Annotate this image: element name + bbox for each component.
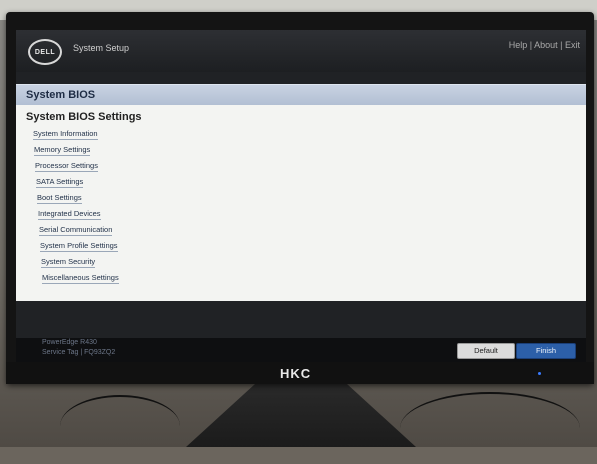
logo-text: DELL: [34, 48, 56, 56]
menu-item-label[interactable]: System Profile Settings: [40, 241, 118, 252]
menu-item-system-profile-settings[interactable]: System Profile Settings: [16, 241, 586, 257]
menu-item-label[interactable]: System Information: [33, 129, 98, 140]
cable: [400, 392, 580, 464]
menu-item-serial-communication[interactable]: Serial Communication: [16, 225, 586, 241]
menu-item-processor-settings[interactable]: Processor Settings: [16, 161, 586, 177]
page-title: System BIOS Settings: [26, 111, 142, 123]
menu-item-system-security[interactable]: System Security: [16, 257, 586, 273]
top-links: Help | About | Exit: [509, 40, 580, 50]
server-model: PowerEdge R430: [42, 339, 97, 346]
menu-item-boot-settings[interactable]: Boot Settings: [16, 193, 586, 209]
finish-button[interactable]: Finish: [516, 343, 576, 359]
default-button[interactable]: Default: [457, 343, 515, 359]
main-content: System BIOS System BIOS Settings System …: [16, 84, 586, 301]
menu-item-label[interactable]: Memory Settings: [34, 145, 91, 156]
menu-item-label[interactable]: Serial Communication: [39, 225, 113, 236]
menu-item-label[interactable]: System Security: [41, 257, 96, 268]
menu-item-label[interactable]: Boot Settings: [37, 193, 82, 204]
settings-menu: System Information Memory Settings Proce…: [16, 129, 586, 289]
menu-item-sata-settings[interactable]: SATA Settings: [16, 177, 586, 193]
power-led-icon: [538, 372, 541, 375]
menu-item-label[interactable]: Miscellaneous Settings: [42, 273, 119, 284]
dell-logo: DELL: [28, 39, 62, 65]
help-link[interactable]: Help: [509, 40, 528, 50]
cable: [60, 395, 180, 457]
monitor: DELL System Setup Help | About | Exit Sy…: [6, 12, 594, 384]
menu-item-miscellaneous-settings[interactable]: Miscellaneous Settings: [16, 273, 586, 289]
app-title: System Setup: [73, 43, 130, 53]
monitor-chin: HKC: [6, 362, 594, 384]
menu-item-system-information[interactable]: System Information: [16, 129, 586, 145]
menu-item-memory-settings[interactable]: Memory Settings: [16, 145, 586, 161]
menu-item-label[interactable]: Integrated Devices: [38, 209, 101, 220]
section-header: System BIOS: [16, 84, 586, 105]
top-bar: DELL System Setup Help | About | Exit: [16, 30, 586, 72]
screen: DELL System Setup Help | About | Exit Sy…: [16, 30, 586, 362]
menu-item-label[interactable]: SATA Settings: [36, 177, 84, 188]
menu-item-integrated-devices[interactable]: Integrated Devices: [16, 209, 586, 225]
status-bar: PowerEdge R430 Service Tag | FQ93ZQ2 Def…: [16, 338, 586, 362]
monitor-brand: HKC: [280, 366, 312, 381]
about-link[interactable]: About: [534, 40, 558, 50]
service-tag: Service Tag | FQ93ZQ2: [42, 349, 116, 356]
menu-item-label[interactable]: Processor Settings: [35, 161, 98, 172]
exit-link[interactable]: Exit: [565, 40, 580, 50]
